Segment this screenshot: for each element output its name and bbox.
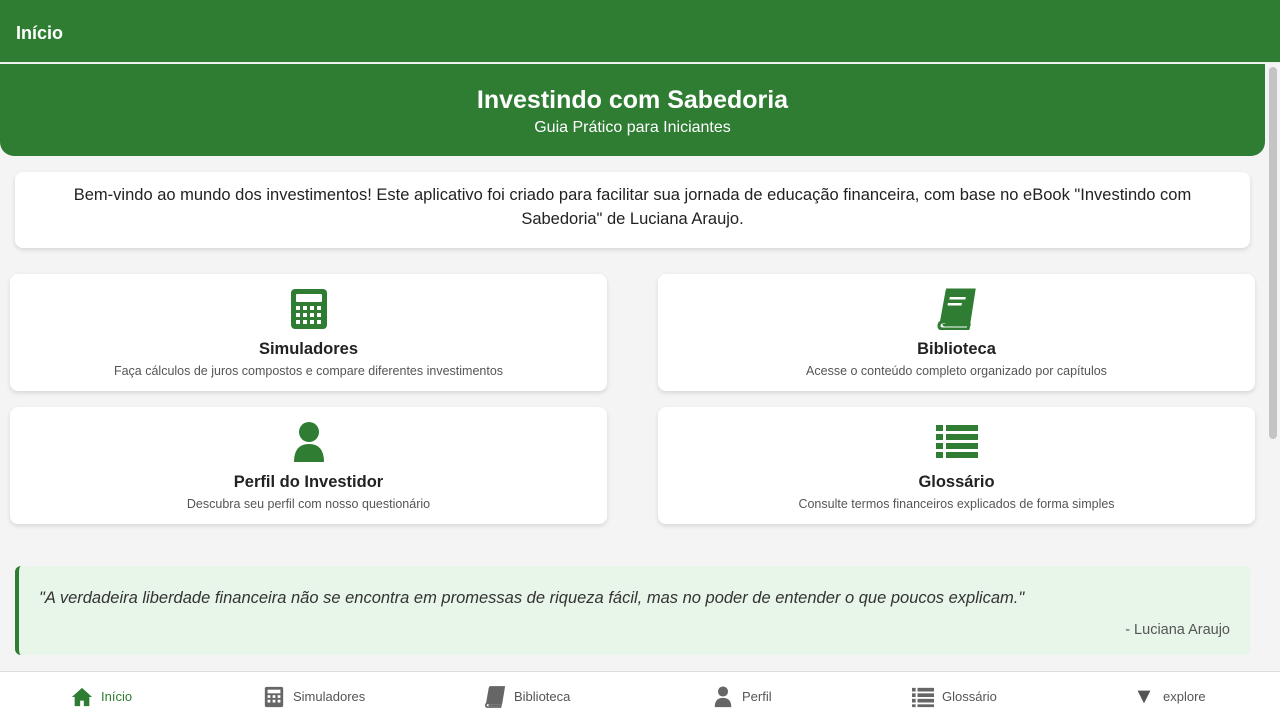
nav-label: Perfil — [742, 689, 772, 704]
bottom-navigation: Início Simuladores Biblioteca Perfil Glo… — [0, 671, 1280, 720]
top-app-bar: Início — [0, 0, 1280, 63]
calculator-icon — [290, 289, 327, 329]
main-content[interactable]: Investindo com Sabedoria Guia Prático pa… — [0, 63, 1266, 671]
card-description: Descubra seu perfil com nosso questionár… — [186, 497, 431, 511]
welcome-card: Bem-vindo ao mundo dos investimentos! Es… — [15, 172, 1250, 248]
home-icon — [71, 687, 93, 706]
user-icon — [293, 422, 324, 462]
card-title: Glossário — [918, 473, 995, 491]
book-icon — [485, 685, 506, 708]
card-title: Simuladores — [258, 340, 359, 358]
calculator-icon — [264, 686, 284, 707]
quote-text: "A verdadeira liberdade financeira não s… — [39, 589, 1025, 607]
card-description: Consulte termos financeiros explicados d… — [798, 497, 1115, 511]
user-icon — [714, 685, 732, 707]
nav-item-explore[interactable]: explore — [1133, 672, 1206, 720]
card-title: Biblioteca — [917, 340, 996, 358]
nav-label: Simuladores — [293, 689, 366, 704]
nav-item-inicio[interactable]: Início — [71, 672, 132, 720]
nav-label: Biblioteca — [514, 689, 571, 704]
nav-item-simuladores[interactable]: Simuladores — [263, 672, 365, 720]
book-icon — [936, 288, 976, 330]
hero-subtitle: Guia Prático para Iniciantes — [534, 119, 731, 136]
nav-item-biblioteca[interactable]: Biblioteca — [484, 672, 570, 720]
list-icon — [935, 425, 978, 458]
welcome-text: Bem-vindo ao mundo dos investimentos! Es… — [73, 186, 1192, 228]
quote-author: - Luciana Araujo — [1125, 622, 1230, 638]
card-perfil-investidor[interactable]: Perfil do Investidor Descubra seu perfil… — [10, 407, 607, 524]
card-simuladores[interactable]: Simuladores Faça cálculos de juros compo… — [10, 274, 607, 391]
hero-banner: Investindo com Sabedoria Guia Prático pa… — [0, 64, 1265, 156]
caret-down-icon — [1137, 690, 1151, 703]
nav-label: explore — [1163, 689, 1206, 704]
scrollbar-thumb[interactable] — [1269, 67, 1277, 439]
card-description: Faça cálculos de juros compostos e compa… — [113, 364, 504, 378]
page-title: Início — [16, 23, 64, 43]
vertical-scrollbar[interactable] — [1266, 63, 1280, 671]
card-biblioteca[interactable]: Biblioteca Acesse o conteúdo completo or… — [658, 274, 1255, 391]
nav-label: Glossário — [942, 689, 997, 704]
card-description: Acesse o conteúdo completo organizado po… — [806, 364, 1107, 378]
nav-item-perfil[interactable]: Perfil — [712, 672, 772, 720]
nav-item-glossario[interactable]: Glossário — [912, 672, 997, 720]
card-title: Perfil do Investidor — [233, 473, 384, 491]
nav-label: Início — [101, 689, 133, 704]
quote-block: "A verdadeira liberdade financeira não s… — [15, 566, 1250, 655]
hero-title: Investindo com Sabedoria — [476, 86, 789, 114]
list-icon — [912, 687, 934, 707]
card-glossario[interactable]: Glossário Consulte termos financeiros ex… — [658, 407, 1255, 524]
